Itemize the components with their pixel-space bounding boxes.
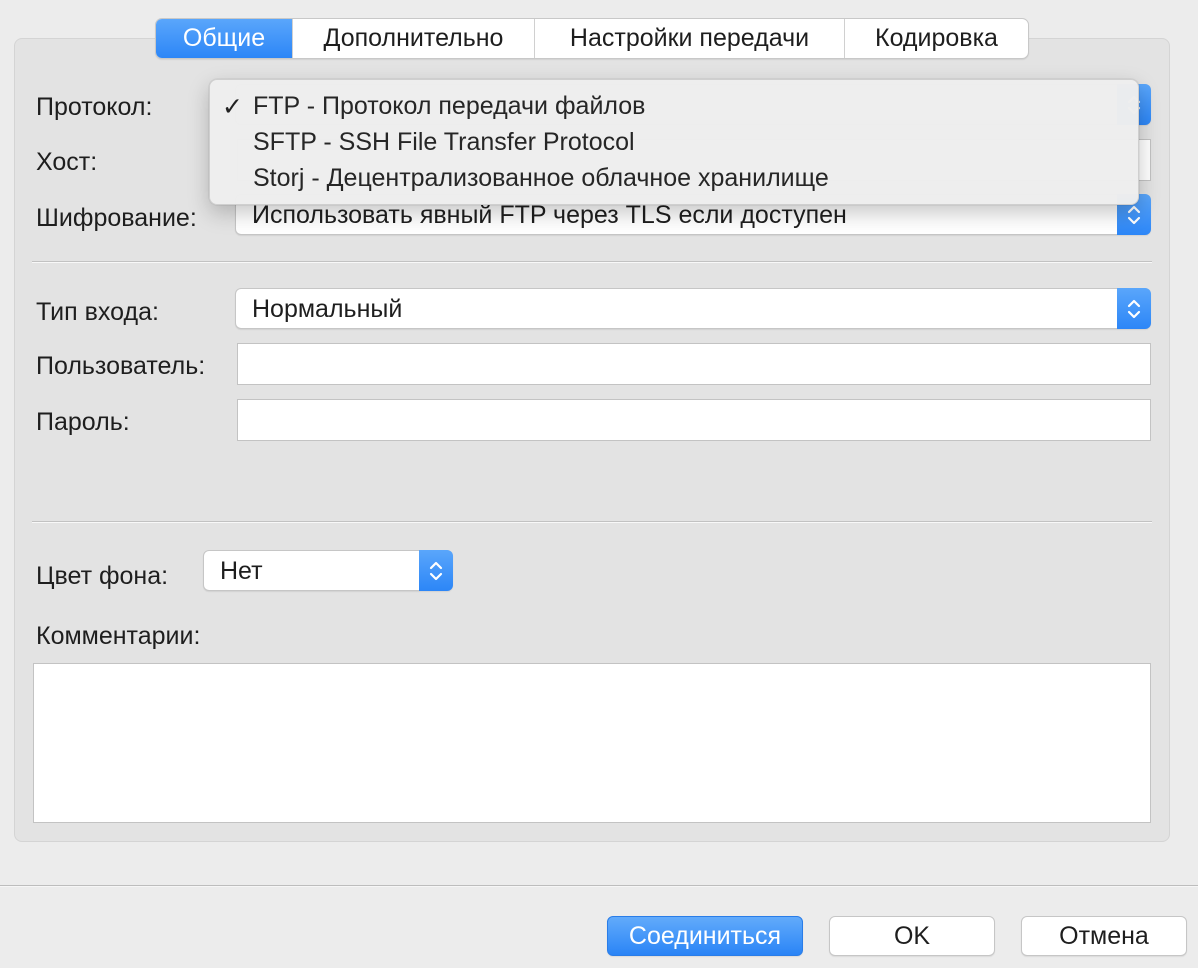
bg-color-label: Цвет фона:	[36, 562, 169, 590]
separator	[32, 261, 1152, 263]
comments-textarea[interactable]	[33, 663, 1151, 823]
bg-color-stepper-icon	[419, 550, 453, 591]
protocol-menu-item-ftp[interactable]: ✓ FTP - Протокол передачи файлов	[210, 88, 1138, 124]
tab-bar: Общие Дополнительно Настройки передачи К…	[155, 18, 1029, 59]
site-manager-dialog: Общие Дополнительно Настройки передачи К…	[0, 0, 1198, 968]
logon-type-value: Нормальный	[252, 295, 403, 323]
bg-color-value: Нет	[220, 557, 263, 585]
ok-button[interactable]: OK	[829, 916, 995, 956]
separator	[0, 885, 1198, 887]
user-field[interactable]	[237, 343, 1151, 385]
password-field[interactable]	[237, 399, 1151, 441]
user-label: Пользователь:	[36, 352, 206, 380]
encryption-value: Использовать явный FTP через TLS если до…	[252, 201, 847, 229]
tab-advanced[interactable]: Дополнительно	[293, 19, 535, 58]
tab-transfer-settings[interactable]: Настройки передачи	[535, 19, 845, 58]
protocol-menu-item-sftp[interactable]: SFTP - SSH File Transfer Protocol	[210, 124, 1138, 160]
protocol-label: Протокол:	[36, 93, 153, 121]
checkmark-icon: ✓	[222, 93, 243, 121]
host-label: Хост:	[36, 148, 98, 176]
password-label: Пароль:	[36, 408, 130, 436]
menu-item-label: FTP - Протокол передачи файлов	[253, 92, 646, 120]
logon-type-label: Тип входа:	[36, 298, 159, 326]
tab-general[interactable]: Общие	[156, 19, 293, 58]
tab-charset[interactable]: Кодировка	[845, 19, 1028, 58]
menu-item-label: Storj - Децентрализованное облачное хран…	[253, 164, 829, 192]
cancel-button[interactable]: Отмена	[1021, 916, 1187, 956]
encryption-label: Шифрование:	[36, 204, 197, 232]
separator	[32, 521, 1152, 523]
protocol-menu-item-storj[interactable]: Storj - Децентрализованное облачное хран…	[210, 160, 1138, 196]
protocol-menu: ✓ FTP - Протокол передачи файлов SFTP - …	[209, 79, 1139, 205]
connect-button[interactable]: Соединиться	[607, 916, 803, 956]
bg-color-select[interactable]: Нет	[203, 550, 453, 591]
logon-type-stepper-icon	[1117, 288, 1151, 329]
logon-type-select[interactable]: Нормальный	[235, 288, 1151, 329]
menu-item-label: SFTP - SSH File Transfer Protocol	[253, 128, 635, 156]
comments-label: Комментарии:	[36, 622, 201, 650]
